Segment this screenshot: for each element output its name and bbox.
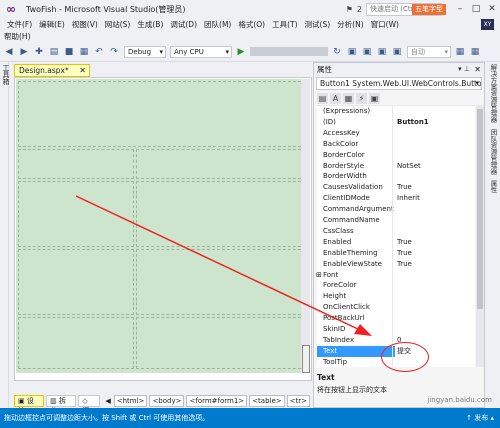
annotation-circle <box>381 342 429 372</box>
status-bar: 拖动边框控点可调整边距大小。按 Shift 或 Ctrl 可使用其他选项。 ↑ … <box>0 408 500 428</box>
watermark: jingyan.baidu.com <box>427 396 492 404</box>
publish-button[interactable]: ↑ 发布 ▴ <box>466 408 494 428</box>
status-text: 拖动边框控点可调整边距大小。按 Shift 或 Ctrl 可使用其他选项。 <box>4 414 210 422</box>
